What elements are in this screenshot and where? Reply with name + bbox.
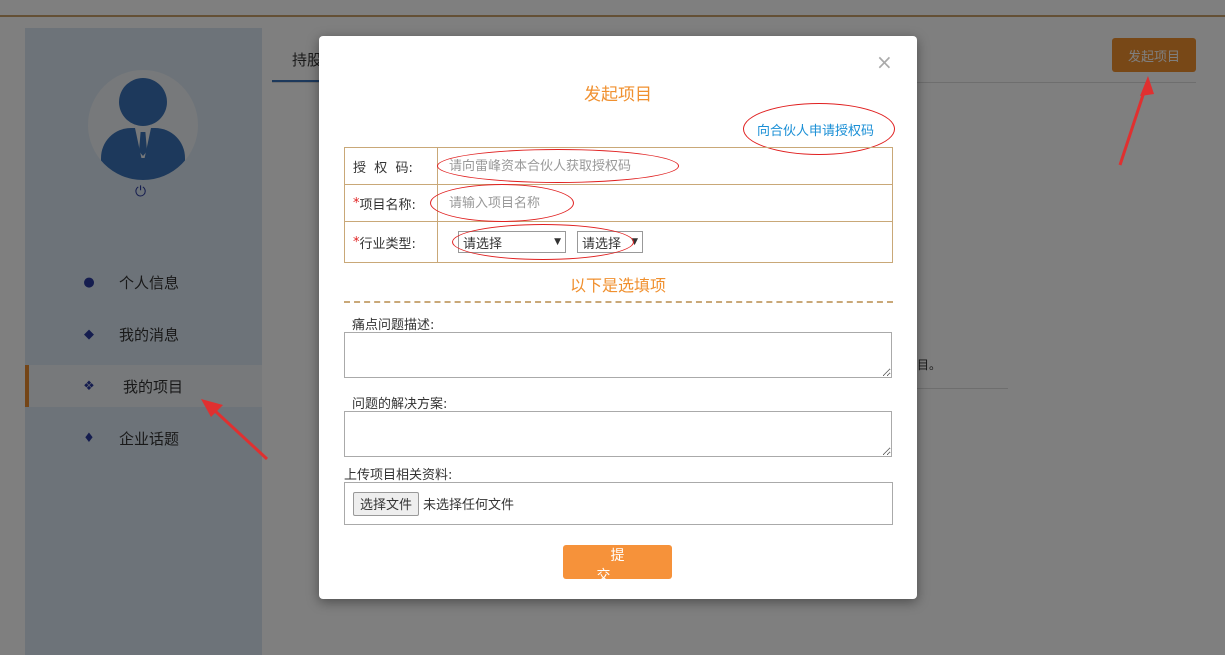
- select-value: 请选择: [582, 236, 622, 252]
- submit-button[interactable]: 提交: [563, 545, 672, 584]
- project-name-input[interactable]: [449, 195, 769, 211]
- modal-title: 发起项目: [584, 85, 652, 105]
- upload-box: 选择文件 未选择任何文件: [344, 482, 893, 525]
- industry-select-primary[interactable]: 请选择 ▼: [458, 231, 566, 253]
- choose-file-button[interactable]: 选择文件: [353, 491, 420, 516]
- industry-select-secondary[interactable]: 请选择 ▼: [577, 231, 643, 253]
- project-name-label: * 项目名称:: [345, 185, 438, 221]
- select-value: 请选择: [463, 236, 503, 252]
- caret-down-icon: ▼: [554, 237, 561, 247]
- upload-label: 上传项目相关资料:: [344, 468, 453, 483]
- pain-point-label: 痛点问题描述:: [352, 318, 435, 333]
- pain-point-textarea[interactable]: [344, 332, 892, 378]
- launch-project-modal: × 发起项目 向合伙人申请授权码 授 权 码: *项目名称: *行业类型:: [319, 36, 917, 599]
- project-name-row: * 项目名称:: [345, 185, 892, 222]
- optional-section-title: 以下是选填项: [569, 276, 666, 295]
- annotation-arrow-projects: [201, 399, 269, 461]
- apply-auth-code-link[interactable]: 向合伙人申请授权码: [757, 120, 874, 139]
- project-name-cell: [438, 185, 892, 221]
- industry-row: * 行业类型: 请选择 ▼ 请选择 ▼: [345, 222, 892, 262]
- auth-code-row: 授 权 码:: [345, 148, 892, 185]
- required-form: 授 权 码: *项目名称: *行业类型: 请选择▼ 请: [344, 147, 893, 263]
- solution-textarea[interactable]: [344, 411, 892, 457]
- file-status: 未选择任何文件: [423, 498, 515, 513]
- caret-down-icon: ▼: [631, 237, 638, 247]
- project-name-label-text: 项目名称:: [359, 197, 416, 213]
- auth-code-label-text: 授 权 码:: [353, 160, 413, 176]
- auth-code-label: 授 权 码:: [345, 148, 438, 184]
- industry-cell: 请选择 ▼ 请选择 ▼: [438, 222, 892, 262]
- industry-label-text: 行业类型:: [359, 236, 416, 252]
- auth-code-input[interactable]: [449, 158, 769, 174]
- solution-label: 问题的解决方案:: [352, 397, 448, 412]
- industry-label: * 行业类型:: [345, 222, 438, 262]
- auth-code-cell: [438, 148, 892, 184]
- close-icon[interactable]: ×: [876, 50, 893, 74]
- annotation-arrow-launch: [1118, 76, 1154, 166]
- dashed-divider: [344, 301, 893, 303]
